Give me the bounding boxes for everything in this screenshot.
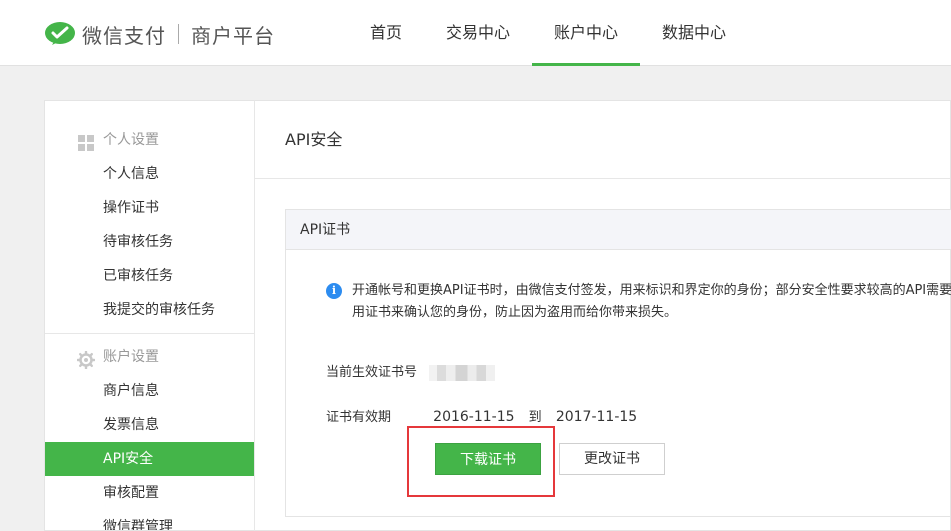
nav-data-center[interactable]: 数据中心	[640, 0, 748, 66]
valid-from-date: 2016-11-15	[433, 409, 515, 425]
sidebar-item-my-submitted-tasks[interactable]: 我提交的审核任务	[45, 293, 254, 327]
wechat-pay-logo-icon	[44, 21, 76, 47]
logo-divider	[178, 24, 179, 44]
masked-serial-number	[429, 364, 496, 381]
page-title: API安全	[255, 101, 950, 179]
top-bar: 微信支付 商户平台 首页 交易中心 账户中心 数据中心	[0, 0, 951, 66]
main-nav: 首页 交易中心 账户中心 数据中心	[348, 0, 748, 66]
change-cert-button[interactable]: 更改证书	[559, 443, 665, 475]
nav-account-center[interactable]: 账户中心	[532, 0, 641, 66]
cert-validity-row: 证书有效期 2016-11-15 到 2017-11-15	[326, 406, 637, 425]
nav-trade-center[interactable]: 交易中心	[424, 0, 532, 66]
sidebar-group-account: 账户设置	[45, 340, 254, 374]
sidebar-item-pending-tasks[interactable]: 待审核任务	[45, 225, 254, 259]
sidebar-item-review-config[interactable]: 审核配置	[45, 476, 254, 510]
sidebar-group-personal: 个人设置	[45, 123, 254, 157]
info-icon: i	[326, 283, 342, 299]
platform-name: 商户平台	[191, 23, 275, 48]
download-cert-button[interactable]: 下载证书	[435, 443, 541, 475]
cert-serial-row: 当前生效证书号	[326, 361, 496, 381]
valid-to-date: 2017-11-15	[555, 409, 638, 425]
sidebar-group-title: 账户设置	[103, 349, 159, 365]
sidebar-divider	[45, 333, 254, 334]
sidebar-item-wechat-group-mgmt[interactable]: 微信群管理	[45, 510, 254, 530]
cert-serial-label: 当前生效证书号	[326, 365, 418, 380]
sidebar-item-operation-cert[interactable]: 操作证书	[45, 191, 254, 225]
sidebar-item-personal-info[interactable]: 个人信息	[45, 157, 254, 191]
sidebar-item-api-security[interactable]: API安全	[45, 442, 254, 476]
gear-icon	[76, 348, 96, 370]
sidebar-item-reviewed-tasks[interactable]: 已审核任务	[45, 259, 254, 293]
sidebar: 个人设置 个人信息 操作证书 待审核任务 已审核任务 我提交的审核任务 账户设置…	[44, 100, 254, 531]
info-notice: i 开通帐号和更换API证书时，由微信支付签发，用来标识和界定你的身份；部分安全…	[326, 280, 951, 324]
grid-icon	[77, 131, 95, 151]
brand-name: 微信支付	[82, 23, 166, 48]
notice-text: 开通帐号和更换API证书时，由微信支付签发，用来标识和界定你的身份；部分安全性要…	[352, 283, 951, 320]
sidebar-item-merchant-info[interactable]: 商户信息	[45, 374, 254, 408]
panel-heading: API证书	[286, 210, 951, 250]
sidebar-item-invoice-info[interactable]: 发票信息	[45, 408, 254, 442]
sidebar-group-title: 个人设置	[103, 132, 159, 148]
cert-validity-label: 证书有效期	[326, 410, 392, 425]
valid-to-word: 到	[528, 410, 542, 425]
nav-home[interactable]: 首页	[348, 0, 424, 66]
logo[interactable]: 微信支付 商户平台	[44, 20, 275, 48]
